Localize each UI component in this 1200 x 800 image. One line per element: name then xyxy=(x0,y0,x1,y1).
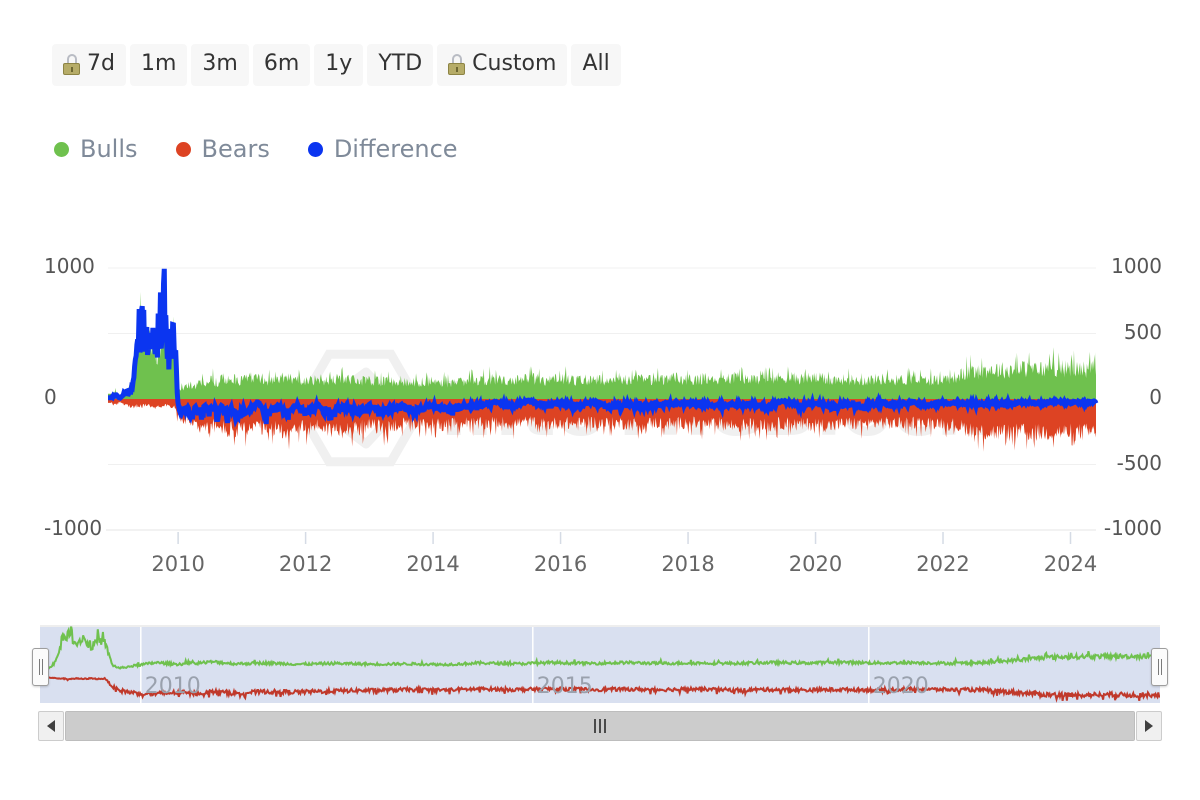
x-axis-tick-label: 2018 xyxy=(661,552,715,576)
chart-scrollbar[interactable] xyxy=(38,711,1162,741)
legend-label: Bulls xyxy=(80,135,138,163)
x-axis-tick-label: 2014 xyxy=(406,552,460,576)
x-axis-tick-label: 2022 xyxy=(916,552,970,576)
legend-label: Difference xyxy=(333,135,458,163)
range-button-3m[interactable]: 3m xyxy=(191,44,249,86)
y-axis-left-tick-label: -1000 xyxy=(44,516,103,540)
range-button-label: YTD xyxy=(378,51,423,76)
navigator-svg xyxy=(40,625,1160,703)
x-axis-tick-label: 2012 xyxy=(278,552,333,576)
series-area-bulls xyxy=(108,291,1096,399)
range-button-1m[interactable]: 1m xyxy=(129,44,188,86)
legend-label: Bears xyxy=(201,135,270,163)
range-selector: 7d 1m 3m 6m 1y YTD Custom All xyxy=(52,44,621,86)
x-axis-tick-label: 2020 xyxy=(788,552,843,576)
scrollbar-track[interactable] xyxy=(65,711,1135,741)
range-button-6m[interactable]: 6m xyxy=(252,44,311,86)
range-button-all[interactable]: All xyxy=(571,44,621,86)
x-axis-tick-label: 2016 xyxy=(533,552,588,576)
scrollbar-left-arrow-button[interactable] xyxy=(38,711,64,741)
y-axis-left-tick-label: 1000 xyxy=(44,254,95,278)
y-axis-right-tick-label: 1000 xyxy=(1111,254,1162,278)
chart-page: 7d 1m 3m 6m 1y YTD Custom All Bulls Bears Differe… xyxy=(0,0,1200,800)
navigator[interactable]: 2010 2015 2020 xyxy=(32,622,1168,707)
range-button-ytd[interactable]: YTD xyxy=(367,44,434,86)
range-button-custom[interactable]: Custom xyxy=(437,44,568,86)
legend-marker-icon xyxy=(307,141,323,157)
legend-item-bears[interactable]: Bears xyxy=(175,134,270,164)
grip-icon xyxy=(604,719,606,733)
grip-icon xyxy=(599,719,601,733)
legend-item-bulls[interactable]: Bulls xyxy=(54,134,138,164)
range-button-label: Custom xyxy=(472,51,557,76)
scrollbar-thumb[interactable] xyxy=(66,712,1134,740)
triangle-left-icon xyxy=(47,720,55,732)
grip-icon xyxy=(594,719,596,733)
main-chart[interactable]: IntoTheBlock 1000 0 -1000 1000 500 0 -500 -100… xyxy=(0,230,1200,576)
chart-legend: Bulls Bears Difference xyxy=(54,134,458,164)
scrollbar-right-arrow-button[interactable] xyxy=(1136,711,1162,741)
legend-item-difference[interactable]: Difference xyxy=(307,134,458,164)
triangle-right-icon xyxy=(1145,720,1153,732)
plot-svg: IntoTheBlock xyxy=(106,267,1099,544)
series-line-difference xyxy=(108,268,1099,428)
lock-icon xyxy=(63,53,80,75)
range-button-label: 7d xyxy=(87,51,115,76)
range-button-label: 6m xyxy=(263,51,300,76)
range-button-label: 1y xyxy=(325,51,353,76)
legend-marker-icon xyxy=(175,141,191,157)
y-axis-right-tick-label: 500 xyxy=(1123,319,1162,344)
y-axis-left-tick-label: 0 xyxy=(44,385,57,409)
range-button-label: All xyxy=(582,51,610,76)
legend-marker-icon xyxy=(54,141,69,157)
navigator-handle-right[interactable] xyxy=(1151,648,1168,686)
y-axis-right-tick-label: -1000 xyxy=(1103,516,1162,540)
x-axis-tick-label: 2024 xyxy=(1043,552,1098,576)
x-axis-tick-label: 2010 xyxy=(151,552,205,576)
range-button-7d[interactable]: 7d xyxy=(52,44,126,86)
navigator-handle-left[interactable] xyxy=(32,648,49,686)
range-button-label: 3m xyxy=(202,51,238,76)
y-axis-right-tick-label: -500 xyxy=(1116,450,1162,475)
range-button-label: 1m xyxy=(140,51,177,76)
y-axis-right-tick-label: 0 xyxy=(1149,385,1162,409)
lock-icon xyxy=(448,53,466,75)
range-button-1y[interactable]: 1y xyxy=(314,44,364,86)
